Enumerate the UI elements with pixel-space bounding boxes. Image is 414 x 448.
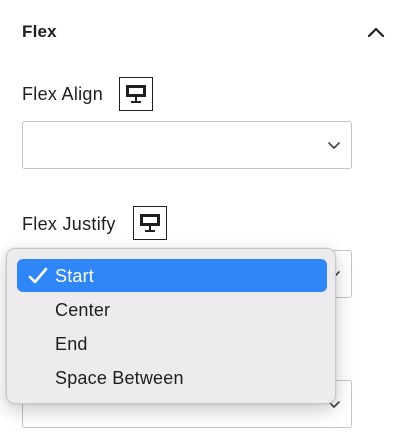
option-label: Space Between: [55, 368, 184, 388]
chevron-down-icon: [328, 142, 340, 149]
option-end[interactable]: End: [17, 327, 327, 360]
flex-justify-label: Flex Justify: [22, 214, 116, 234]
flex-align-label: Flex Align: [22, 84, 104, 104]
desktop-icon: [126, 85, 146, 103]
flex-align-device-button[interactable]: [119, 77, 153, 111]
checkmark-icon: [28, 267, 48, 284]
flex-align-select[interactable]: [22, 121, 352, 169]
option-space-between[interactable]: Space Between: [17, 361, 327, 394]
option-start[interactable]: Start: [17, 259, 327, 292]
option-center[interactable]: Center: [17, 293, 327, 326]
flex-justify-device-button[interactable]: [133, 206, 167, 240]
flex-justify-dropdown-menu: Start Center End Space Between: [6, 248, 336, 404]
option-label: Start: [55, 266, 95, 286]
desktop-icon: [140, 214, 160, 232]
chevron-up-icon[interactable]: [364, 22, 388, 42]
option-label: Center: [55, 300, 111, 320]
option-label: End: [55, 334, 88, 354]
panel-title: Flex: [22, 22, 57, 41]
